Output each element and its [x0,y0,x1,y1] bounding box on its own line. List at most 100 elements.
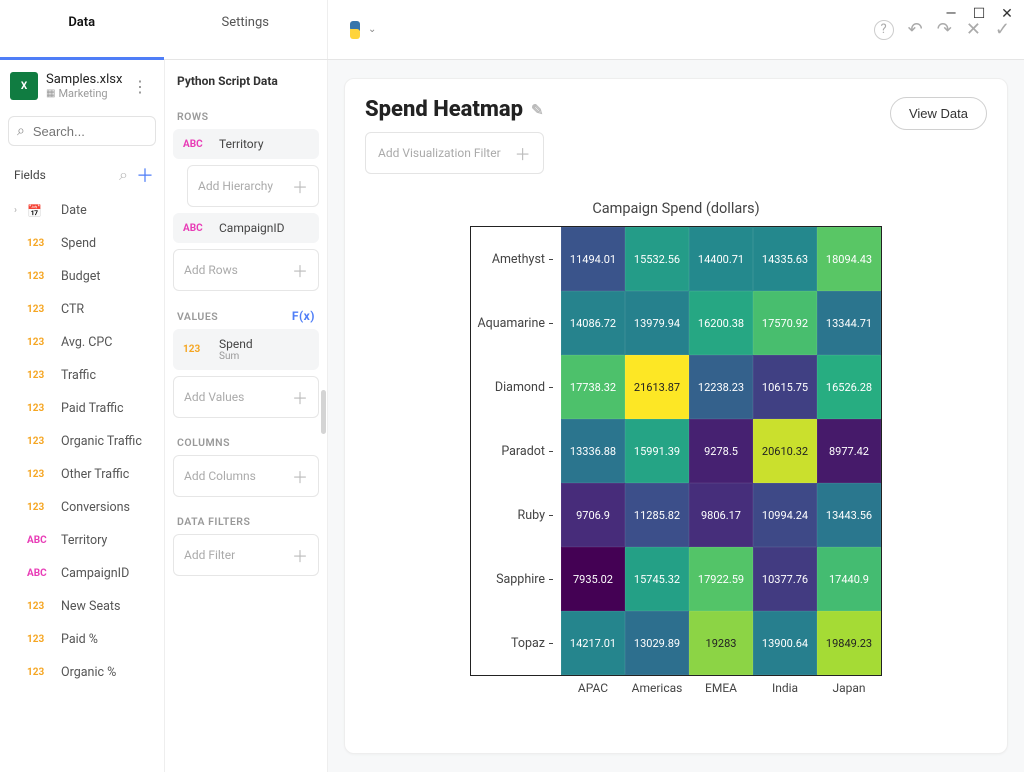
section-label: ROWS [173,98,319,129]
heatmap-cell[interactable]: 17440.9 [817,547,881,611]
python-dropdown[interactable]: ⌄ [346,21,376,39]
globe-icon[interactable]: ⌕ [119,165,128,185]
add-viz-filter[interactable]: Add Visualization Filter ＋ [365,132,544,174]
add-columns-button[interactable]: Add Columns＋ [173,455,319,497]
fields-pane: X Samples.xlsx Marketing ⋮ ⌕ Fields ⌕ ＋ … [0,60,165,772]
field-item[interactable]: 123Spend [0,227,164,260]
file-row: X Samples.xlsx Marketing ⋮ [0,60,164,112]
heatmap-cell[interactable]: 11285.82 [625,483,689,547]
heatmap-cell[interactable]: 17922.59 [689,547,753,611]
heatmap: Campaign Spend (dollars) Amethyst11494.0… [471,200,881,695]
fx-button[interactable]: F(x) [292,309,315,323]
heatmap-cell[interactable]: 13029.89 [625,611,689,675]
heatmap-cell[interactable]: 19849.23 [817,611,881,675]
values-chip[interactable]: 123SpendSum [173,329,319,370]
python-icon [346,21,364,39]
field-label: Spend [61,236,96,251]
heatmap-cell[interactable]: 13336.88 [561,419,625,483]
type-badge: 123 [27,469,51,480]
field-item[interactable]: 123Traffic [0,359,164,392]
field-label: New Seats [61,599,120,614]
add-viz-filter-label: Add Visualization Filter [378,146,501,160]
heatmap-cell[interactable]: 14217.01 [561,611,625,675]
heatmap-cell[interactable]: 10377.76 [753,547,817,611]
heatmap-cell[interactable]: 16200.38 [689,291,753,355]
heatmap-cell[interactable]: 12238.23 [689,355,753,419]
field-item[interactable]: 123Organic Traffic [0,425,164,458]
heatmap-cell[interactable]: 20610.32 [753,419,817,483]
field-item[interactable]: 123Conversions [0,491,164,524]
heatmap-row-label: Ruby [471,483,561,547]
heatmap-cell[interactable]: 15991.39 [625,419,689,483]
field-item[interactable]: 123New Seats [0,590,164,623]
heatmap-cell[interactable]: 15745.32 [625,547,689,611]
heatmap-cell[interactable]: 19283 [689,611,753,675]
fields-header-label: Fields [14,168,111,182]
heatmap-cell[interactable]: 13443.56 [817,483,881,547]
field-item[interactable]: 123CTR [0,293,164,326]
tab-settings[interactable]: Settings [164,0,328,59]
field-item[interactable]: ABCTerritory [0,524,164,557]
heatmap-cell[interactable]: 10615.75 [753,355,817,419]
heatmap-cell[interactable]: 7935.02 [561,547,625,611]
heatmap-cell[interactable]: 10994.24 [753,483,817,547]
heatmap-cell[interactable]: 9706.9 [561,483,625,547]
heatmap-cell[interactable]: 13344.71 [817,291,881,355]
heatmap-row-label: Sapphire [471,547,561,611]
search-row[interactable]: ⌕ [8,116,156,146]
heatmap-cell[interactable]: 13979.94 [625,291,689,355]
redo-icon[interactable]: ↷ [937,19,952,40]
field-item[interactable]: 123Organic % [0,656,164,689]
heatmap-cell[interactable]: 9278.5 [689,419,753,483]
heatmap-cell[interactable]: 11494.01 [561,227,625,291]
add-rows-button[interactable]: Add Hierarchy＋ [187,165,319,207]
field-item[interactable]: 123Budget [0,260,164,293]
expand-icon[interactable]: › [14,205,22,216]
canvas-area: Spend Heatmap ✎ Add Visualization Filter… [328,60,1024,772]
heatmap-cell[interactable]: 14335.63 [753,227,817,291]
cancel-icon[interactable]: ✕ [966,19,981,40]
heatmap-cell[interactable]: 9806.17 [689,483,753,547]
field-item[interactable]: ›📅Date [0,194,164,227]
field-item[interactable]: 123Avg. CPC [0,326,164,359]
file-menu-icon[interactable]: ⋮ [126,77,154,96]
heatmap-cell[interactable]: 18094.43 [817,227,881,291]
type-badge: 123 [27,634,51,645]
heatmap-cell[interactable]: 15532.56 [625,227,689,291]
heatmap-cell[interactable]: 13900.64 [753,611,817,675]
field-label: Budget [61,269,100,284]
tab-data[interactable]: Data [0,0,164,59]
help-icon[interactable]: ? [874,20,894,40]
heatmap-cell[interactable]: 21613.87 [625,355,689,419]
view-data-button[interactable]: View Data [890,97,987,130]
field-item[interactable]: 123 Other Traffic [0,458,164,491]
rows-chip[interactable]: ABCCampaignID [173,213,319,243]
add-filters-button[interactable]: Add Filter＋ [173,534,319,576]
heatmap-cell[interactable]: 14400.71 [689,227,753,291]
heatmap-cell[interactable]: 8977.42 [817,419,881,483]
add-rows-button[interactable]: Add Rows＋ [173,249,319,291]
edit-title-icon[interactable]: ✎ [531,101,544,119]
heatmap-cell[interactable]: 14086.72 [561,291,625,355]
heatmap-col-label: EMEA [689,675,753,695]
field-label: Other Traffic [61,467,129,482]
rows-chip[interactable]: ABCTerritory [173,129,319,159]
field-item[interactable]: ABCCampaignID [0,557,164,590]
heatmap-cell[interactable]: 17570.92 [753,291,817,355]
heatmap-cell[interactable]: 16526.28 [817,355,881,419]
add-field-icon[interactable]: ＋ [136,162,154,188]
excel-icon: X [10,72,38,100]
field-item[interactable]: 123Paid Traffic [0,392,164,425]
topbar-actions: ? ↶ ↷ ✕ ✓ [874,19,1010,40]
field-item[interactable]: 123Paid % [0,623,164,656]
undo-icon[interactable]: ↶ [908,19,923,40]
confirm-icon[interactable]: ✓ [995,19,1010,40]
search-input[interactable] [33,124,165,139]
heatmap-cell[interactable]: 17738.32 [561,355,625,419]
field-label: CampaignID [61,566,129,581]
add-values-button[interactable]: Add Values＋ [173,376,319,418]
field-label: Organic % [61,665,116,680]
scrollbar-thumb[interactable] [321,390,326,434]
plus-icon: ＋ [292,464,308,488]
file-meta[interactable]: Samples.xlsx Marketing [46,72,126,100]
